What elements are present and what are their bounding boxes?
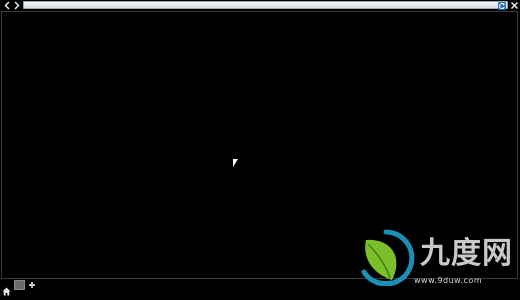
mouse-cursor [233, 159, 238, 167]
url-input[interactable] [23, 1, 508, 10]
leaf-logo-icon [361, 229, 415, 286]
close-button[interactable] [510, 0, 519, 11]
chevron-right-icon [14, 1, 20, 10]
add-tab-button[interactable] [27, 279, 37, 291]
tab-button[interactable] [14, 280, 25, 290]
site-watermark: 九度网 www.9duw.com [356, 228, 516, 290]
chevron-left-icon [4, 1, 10, 10]
close-icon [510, 1, 519, 10]
watermark-brand: 九度网 [420, 236, 513, 271]
top-toolbar [0, 0, 520, 11]
reload-button[interactable] [498, 2, 506, 10]
plus-icon [29, 282, 35, 288]
forward-button[interactable] [12, 1, 21, 10]
reload-icon [499, 3, 505, 9]
watermark-url: www.9duw.com [414, 276, 483, 285]
back-button[interactable] [3, 1, 12, 10]
home-button[interactable] [2, 281, 11, 296]
